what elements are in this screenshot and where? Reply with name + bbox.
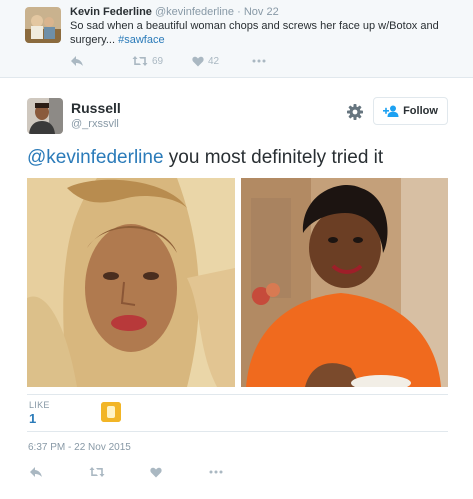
parent-like-count: 42 (208, 55, 220, 67)
parent-more-button[interactable] (252, 54, 266, 68)
parent-avatar[interactable] (25, 7, 61, 43)
hashtag-link[interactable]: #sawface (118, 34, 164, 46)
likes-label: LIKE (29, 400, 50, 410)
more-icon (209, 470, 223, 474)
like-button[interactable] (150, 465, 162, 479)
retweet-button[interactable] (89, 465, 105, 479)
reply-button[interactable] (29, 465, 43, 479)
tweet-text-body: you most definitely tried it (163, 147, 384, 168)
parent-reply-button[interactable] (70, 54, 84, 68)
author-name[interactable]: Russell (71, 100, 121, 116)
quoted-tweet[interactable]: Kevin Federline @kevinfederline · Nov 22… (0, 0, 473, 78)
more-icon (252, 59, 266, 63)
tweet-text: @kevinfederline you most definitely trie… (27, 147, 383, 169)
tweet-photo-1[interactable] (27, 178, 235, 387)
parent-retweet-button[interactable]: 69 (132, 54, 163, 68)
divider-top (27, 394, 448, 395)
follow-label: Follow (403, 105, 438, 117)
likes-count[interactable]: 1 (29, 411, 36, 426)
liker-avatar[interactable] (101, 402, 121, 422)
retweet-icon (89, 467, 105, 477)
author-handle[interactable]: @_rxssvll (71, 118, 119, 130)
heart-icon (150, 467, 162, 477)
parent-like-button[interactable]: 42 (192, 54, 219, 68)
reply-icon (71, 56, 83, 66)
parent-retweet-count: 69 (152, 55, 164, 67)
parent-tweet-text: So sad when a beautiful woman chops and … (70, 19, 450, 47)
main-tweet: Russell @_rxssvll Follow @kevinfederline… (0, 79, 473, 499)
reply-icon (30, 467, 42, 477)
parent-author-name[interactable]: Kevin Federline (70, 6, 152, 18)
divider-middle (27, 431, 448, 432)
parent-author-handle[interactable]: @kevinfederline (155, 6, 234, 18)
heart-icon (192, 56, 204, 66)
separator-dot: · (237, 6, 241, 18)
follow-person-icon (383, 105, 399, 117)
follow-button[interactable]: Follow (373, 97, 448, 125)
author-avatar[interactable] (27, 98, 63, 134)
gear-icon[interactable] (346, 103, 364, 121)
mention-link[interactable]: @kevinfederline (27, 147, 164, 168)
parent-timestamp[interactable]: Nov 22 (244, 6, 279, 18)
tweet-photo-2[interactable] (241, 178, 448, 387)
tweet-timestamp: 6:37 PM - 22 Nov 2015 (28, 442, 131, 453)
parent-header: Kevin Federline @kevinfederline · Nov 22 (70, 6, 279, 18)
more-button[interactable] (209, 465, 223, 479)
retweet-icon (132, 56, 148, 66)
